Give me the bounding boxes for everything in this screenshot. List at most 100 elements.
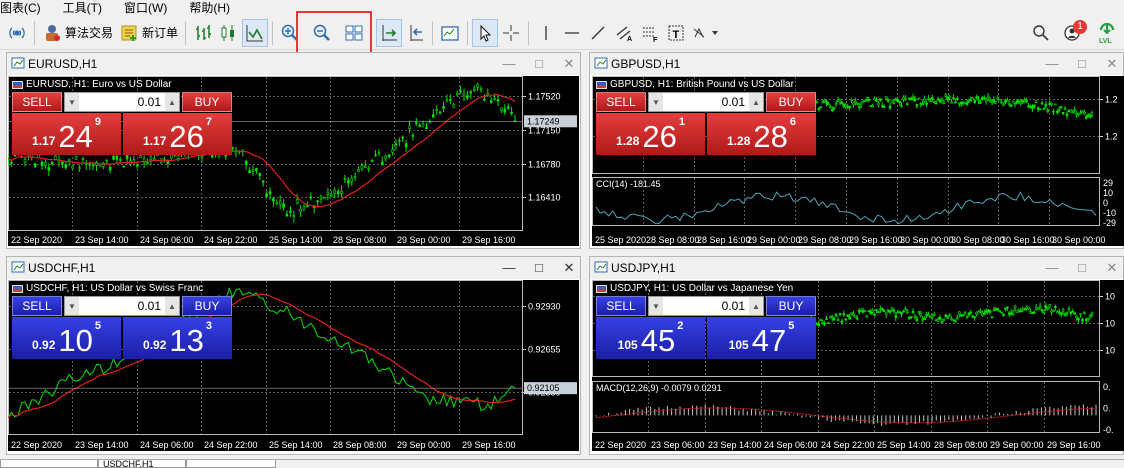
candle-body (295, 199, 299, 204)
volume-field[interactable]: ▼ 0.01 ▲ (64, 92, 180, 112)
candle-body (963, 311, 967, 314)
volume-up-icon[interactable]: ▲ (749, 297, 763, 315)
volume-value: 0.01 (137, 299, 161, 313)
templates-icon (441, 25, 459, 41)
close-button[interactable]: ✕ (1105, 261, 1119, 275)
buy-price-box[interactable]: 105 47 5 (707, 317, 816, 359)
candle-body (940, 321, 944, 324)
lvl-button[interactable]: LVL (1094, 19, 1120, 47)
candle-body (500, 107, 503, 112)
search-button[interactable] (1028, 19, 1054, 47)
minimize-button[interactable]: — (1045, 57, 1059, 71)
minimize-button[interactable]: — (502, 261, 516, 275)
candlestick-button[interactable] (216, 19, 242, 47)
chart-shift-button[interactable] (402, 19, 428, 47)
candle-body (829, 106, 832, 108)
x-tick-label: 25 Sep 14:00 (269, 235, 323, 245)
sell-price-box[interactable]: 1.17 24 9 (12, 113, 121, 155)
indicator-tick-label: -10 (1103, 208, 1116, 218)
maximize-button[interactable]: □ (1075, 261, 1089, 275)
maximize-button[interactable]: □ (1075, 57, 1089, 71)
chart-window-icon (594, 56, 608, 73)
minimize-button[interactable]: — (1045, 261, 1059, 275)
sell-button[interactable]: SELL (12, 92, 62, 112)
close-button[interactable]: ✕ (562, 57, 576, 71)
close-button[interactable]: ✕ (1105, 57, 1119, 71)
sell-price-box[interactable]: 0.92 10 5 (12, 317, 121, 359)
buy-button[interactable]: BUY (182, 296, 232, 316)
auto-scroll-button[interactable] (376, 18, 403, 47)
templates-button[interactable] (437, 19, 463, 47)
algo-trading-button[interactable]: 算法交易 (39, 19, 116, 47)
volume-down-icon[interactable]: ▼ (649, 93, 663, 111)
sell-price-box[interactable]: 105 45 2 (596, 317, 705, 359)
minimize-button[interactable]: — (502, 57, 516, 71)
tile-windows-button[interactable] (341, 19, 367, 47)
maximize-button[interactable]: □ (532, 261, 546, 275)
sell-price-box[interactable]: 1.28 26 1 (596, 113, 705, 155)
fibonacci-button[interactable]: F (637, 19, 663, 47)
shapes-dropdown-button[interactable] (689, 19, 723, 47)
candle-body (285, 213, 289, 217)
volume-down-icon[interactable]: ▼ (65, 93, 79, 111)
volume-down-icon[interactable]: ▼ (65, 297, 79, 315)
volume-up-icon[interactable]: ▲ (165, 93, 179, 111)
chart-tab-bar: USDCHF,H1 (0, 459, 1124, 468)
volume-up-icon[interactable]: ▲ (165, 297, 179, 315)
candle-body (1077, 318, 1080, 321)
buy-price-box[interactable]: 0.92 13 3 (123, 317, 232, 359)
notifications-button[interactable]: 1 (1060, 19, 1087, 47)
menu-tools[interactable]: 工具(T) (63, 0, 102, 16)
buy-price-box[interactable]: 1.17 26 7 (123, 113, 232, 155)
candle-body (1071, 111, 1075, 114)
candle-body (1025, 100, 1028, 103)
candle-body (982, 97, 986, 100)
buy-button[interactable]: BUY (182, 92, 232, 112)
sell-button[interactable]: SELL (596, 296, 646, 316)
candle-body (91, 164, 95, 167)
x-tick-label: 30 Sep 00:00 (1052, 235, 1106, 245)
candle-body (466, 95, 469, 99)
cursor-button[interactable] (472, 18, 499, 47)
candle-body (998, 99, 1002, 101)
x-tick-label: 29 Sep 00:00 (990, 440, 1044, 450)
close-button[interactable]: ✕ (562, 261, 576, 275)
candle-body (838, 312, 842, 315)
menu-help[interactable]: 帮助(H) (189, 0, 230, 16)
candle-body (850, 312, 853, 315)
volume-field[interactable]: ▼ 0.01 ▲ (64, 296, 180, 316)
buy-button[interactable]: BUY (766, 296, 816, 316)
volume-field[interactable]: ▼ 0.01 ▲ (648, 296, 764, 316)
vertical-line-button[interactable] (533, 19, 559, 47)
equidistant-channel-button[interactable]: A (611, 19, 637, 47)
line-chart-button[interactable] (242, 18, 269, 47)
zoom-in-button[interactable] (277, 19, 303, 47)
menu-window[interactable]: 窗口(W) (124, 0, 167, 16)
sell-button[interactable]: SELL (596, 92, 646, 112)
menu-charts[interactable]: 图表(C) (0, 0, 41, 16)
horizontal-line-button[interactable] (559, 19, 585, 47)
text-button[interactable]: T (663, 19, 689, 47)
new-order-button[interactable]: 新订单 (116, 19, 181, 47)
candle-body (1061, 308, 1065, 312)
volume-value: 0.01 (721, 95, 745, 109)
maximize-button[interactable]: □ (532, 57, 546, 71)
bar-chart-button[interactable] (190, 19, 216, 47)
zoom-out-button[interactable] (309, 19, 335, 47)
candle-body (384, 155, 388, 159)
volume-field[interactable]: ▼ 0.01 ▲ (648, 92, 764, 112)
candle-body (122, 165, 125, 168)
menu-bar: 图表(C) 工具(T) 窗口(W) 帮助(H) (0, 0, 1124, 16)
crosshair-button[interactable] (498, 19, 524, 47)
volume-down-icon[interactable]: ▼ (649, 297, 663, 315)
candle-body (923, 98, 926, 102)
volume-up-icon[interactable]: ▲ (749, 93, 763, 111)
sell-price-prefix: 0.92 (32, 338, 56, 352)
sell-button[interactable]: SELL (12, 296, 62, 316)
buy-button[interactable]: BUY (766, 92, 816, 112)
candle-body (425, 127, 428, 130)
market-watch-button[interactable] (4, 19, 30, 47)
buy-price-box[interactable]: 1.28 28 6 (707, 113, 816, 155)
trend-line-button[interactable] (585, 19, 611, 47)
candle-body (871, 309, 875, 313)
